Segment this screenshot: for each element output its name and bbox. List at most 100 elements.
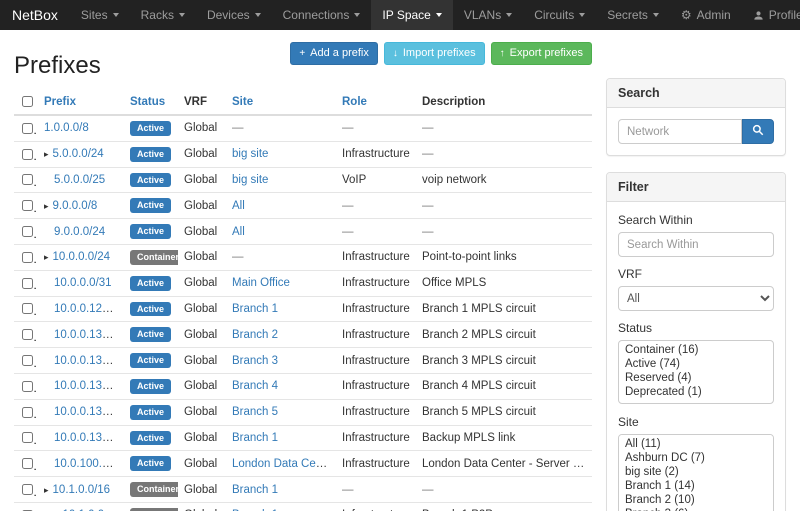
expand-toggle-icon[interactable]: ▸ <box>44 201 49 211</box>
status-badge[interactable]: Active <box>130 173 171 188</box>
nav-item-ip-space[interactable]: IP Space <box>371 0 452 30</box>
nav-item-vlans[interactable]: VLANs <box>453 0 523 30</box>
search-within-input[interactable] <box>618 232 774 257</box>
status-badge[interactable]: Container <box>130 250 178 265</box>
row-checkbox[interactable] <box>22 355 33 366</box>
status-badge[interactable]: Active <box>130 224 171 239</box>
nav-item-connections[interactable]: Connections <box>272 0 372 30</box>
search-button[interactable] <box>742 119 774 144</box>
filter-option[interactable]: Ashburn DC (7) <box>619 451 773 465</box>
site-link[interactable]: Branch 1 <box>232 484 278 496</box>
import-prefixes-button[interactable]: ↓Import prefixes <box>384 42 485 65</box>
site-link[interactable]: All <box>232 200 245 212</box>
status-badge[interactable]: Active <box>130 353 171 368</box>
prefix-link[interactable]: 10.0.0.136/31 <box>54 406 124 418</box>
site-filter-select[interactable]: All (11)Ashburn DC (7)big site (2)Branch… <box>618 434 774 511</box>
filter-option[interactable]: Branch 1 (14) <box>619 479 773 493</box>
prefix-link[interactable]: 10.1.0.0/16 <box>53 484 111 496</box>
search-input[interactable] <box>618 119 742 144</box>
nav-item-label: Secrets <box>607 8 648 22</box>
filter-option[interactable]: All (11) <box>619 437 773 451</box>
status-badge[interactable]: Active <box>130 147 171 162</box>
filter-option[interactable]: Deprecated (1) <box>619 385 773 399</box>
site-link[interactable]: London Data Center <box>232 458 336 470</box>
site-link[interactable]: Branch 1 <box>232 303 278 315</box>
prefix-link[interactable]: 10.0.100.0/24 <box>54 458 124 470</box>
filter-option[interactable]: Branch 2 (10) <box>619 493 773 507</box>
row-checkbox[interactable] <box>22 484 33 495</box>
status-filter-select[interactable]: Container (16)Active (74)Reserved (4)Dep… <box>618 340 774 404</box>
import-icon: ↓ <box>393 49 398 59</box>
prefix-link[interactable]: 10.0.0.138/31 <box>54 432 124 444</box>
column-header-role[interactable]: Role <box>336 90 416 115</box>
prefix-link[interactable]: 5.0.0.0/25 <box>54 174 105 186</box>
row-checkbox[interactable] <box>22 252 33 263</box>
row-checkbox[interactable] <box>22 432 33 443</box>
row-checkbox[interactable] <box>22 278 33 289</box>
expand-toggle-icon[interactable]: ▸ <box>44 252 49 262</box>
site-link[interactable]: big site <box>232 174 268 186</box>
filter-option[interactable]: big site (2) <box>619 465 773 479</box>
status-badge[interactable]: Active <box>130 327 171 342</box>
site-link[interactable]: All <box>232 226 245 238</box>
prefix-link[interactable]: 10.0.0.0/31 <box>54 277 112 289</box>
add-prefix-button[interactable]: +Add a prefix <box>290 42 378 65</box>
site-link[interactable]: big site <box>232 148 268 160</box>
row-checkbox[interactable] <box>22 381 33 392</box>
select-all-checkbox[interactable] <box>22 96 33 107</box>
brand-logo[interactable]: NetBox <box>0 0 70 30</box>
filter-option[interactable]: Container (16) <box>619 343 773 357</box>
status-badge[interactable]: Active <box>130 121 171 136</box>
profile-menu-item[interactable]: Profile <box>742 0 800 30</box>
expand-toggle-icon[interactable]: ▸ <box>44 149 49 159</box>
filter-option[interactable]: Reserved (4) <box>619 371 773 385</box>
prefix-link[interactable]: 9.0.0.0/8 <box>53 200 98 212</box>
site-link[interactable]: Branch 1 <box>232 432 278 444</box>
site-link[interactable]: Branch 3 <box>232 355 278 367</box>
row-checkbox[interactable] <box>22 200 33 211</box>
row-checkbox[interactable] <box>22 458 33 469</box>
site-link[interactable]: Branch 4 <box>232 380 278 392</box>
column-header-prefix[interactable]: Prefix <box>38 90 124 115</box>
status-badge[interactable]: Active <box>130 198 171 213</box>
nav-item-racks[interactable]: Racks <box>130 0 196 30</box>
row-checkbox[interactable] <box>22 329 33 340</box>
column-header-status[interactable]: Status <box>124 90 178 115</box>
status-badge[interactable]: Active <box>130 302 171 317</box>
row-checkbox[interactable] <box>22 226 33 237</box>
status-badge[interactable]: Active <box>130 456 171 471</box>
vrf-filter-select[interactable]: All <box>618 286 774 311</box>
status-badge[interactable]: Active <box>130 405 171 420</box>
row-checkbox[interactable] <box>22 407 33 418</box>
status-badge[interactable]: Active <box>130 276 171 291</box>
prefix-link[interactable]: 9.0.0.0/24 <box>54 226 105 238</box>
prefix-link[interactable]: 5.0.0.0/24 <box>53 148 104 160</box>
prefix-link[interactable]: 10.0.0.130/31 <box>54 329 124 341</box>
prefix-link[interactable]: 10.0.0.128/31 <box>54 303 124 315</box>
site-link[interactable]: Branch 2 <box>232 329 278 341</box>
site-link[interactable]: Main Office <box>232 277 290 289</box>
column-header-site[interactable]: Site <box>226 90 336 115</box>
site-link[interactable]: Branch 5 <box>232 406 278 418</box>
status-badge[interactable]: Container <box>130 482 178 497</box>
row-checkbox[interactable] <box>22 149 33 160</box>
prefix-link[interactable]: 10.0.0.132/31 <box>54 355 124 367</box>
row-checkbox[interactable] <box>22 123 33 134</box>
status-badge[interactable]: Active <box>130 379 171 394</box>
filter-option[interactable]: Active (74) <box>619 357 773 371</box>
row-checkbox[interactable] <box>22 303 33 314</box>
nav-item-devices[interactable]: Devices <box>196 0 272 30</box>
prefix-link[interactable]: 10.0.0.0/24 <box>53 251 111 263</box>
filter-option[interactable]: Branch 3 (6) <box>619 507 773 511</box>
export-prefixes-button[interactable]: ↑Export prefixes <box>491 42 592 65</box>
nav-item-secrets[interactable]: Secrets <box>596 0 670 30</box>
admin-menu-item[interactable]: ⚙ Admin <box>670 0 742 30</box>
expand-toggle-icon[interactable]: ▸ <box>44 485 49 495</box>
prefix-link[interactable]: 1.0.0.0/8 <box>44 122 89 134</box>
status-badge[interactable]: Active <box>130 431 171 446</box>
site-cell: Branch 1 <box>226 477 336 503</box>
prefix-link[interactable]: 10.0.0.134/31 <box>54 380 124 392</box>
row-checkbox[interactable] <box>22 174 33 185</box>
nav-item-sites[interactable]: Sites <box>70 0 130 30</box>
nav-item-circuits[interactable]: Circuits <box>523 0 596 30</box>
